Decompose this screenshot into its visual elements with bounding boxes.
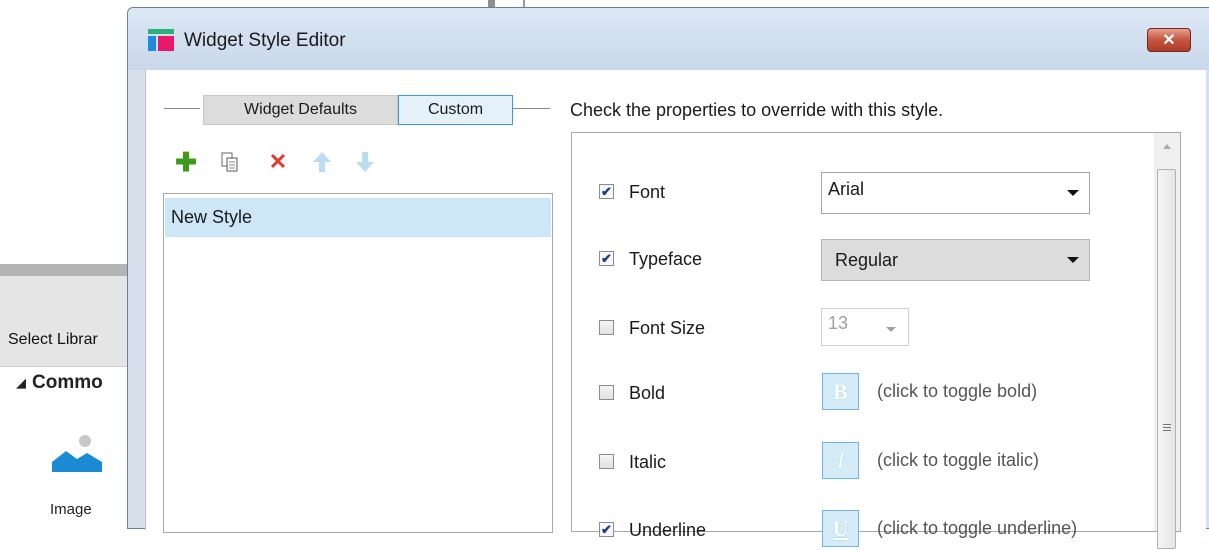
properties-scrollbar[interactable] xyxy=(1154,133,1180,549)
delete-style-button[interactable]: ✕ xyxy=(268,149,288,174)
font-size-value: 13 xyxy=(828,313,849,333)
underline-label: Underline xyxy=(629,520,707,540)
grip-line xyxy=(1163,430,1171,431)
add-icon: ✚ xyxy=(175,146,197,177)
underline-icon: U xyxy=(832,515,849,541)
typeface-value: Regular xyxy=(835,250,899,270)
libraries-toolbar xyxy=(0,276,130,367)
bold-row: Bold B (click to toggle bold) xyxy=(572,373,1157,413)
scroll-up-arrow-icon[interactable] xyxy=(1163,144,1171,149)
image-widget-label: Image xyxy=(50,501,92,518)
tab-separator-right xyxy=(513,108,550,109)
move-up-icon xyxy=(313,152,331,172)
list-item[interactable]: New Style xyxy=(165,198,551,237)
italic-label: Italic xyxy=(629,452,667,472)
font-size-checkbox[interactable] xyxy=(599,320,614,335)
font-size-dropdown[interactable]: 13 xyxy=(821,308,909,346)
chevron-down-icon xyxy=(1067,190,1079,196)
font-size-row: Font Size 13 xyxy=(572,308,1157,348)
underline-row: ✔ Underline U (click to toggle underline… xyxy=(572,510,1157,550)
italic-hint: (click to toggle italic) xyxy=(877,450,1040,470)
font-row: ✔ Font Arial xyxy=(572,172,1157,214)
italic-checkbox[interactable] xyxy=(599,454,614,469)
grip-line xyxy=(1163,424,1171,425)
italic-row: Italic I (click to toggle italic) xyxy=(572,442,1157,482)
bold-label: Bold xyxy=(629,383,666,403)
widget-style-editor-dialog: Widget Style Editor ✕ Widget Defaults Cu… xyxy=(127,7,1209,549)
background-pane-header xyxy=(0,264,130,276)
chevron-down-icon xyxy=(1067,257,1079,263)
app-logo-icon xyxy=(148,29,174,51)
scroll-thumb[interactable] xyxy=(1157,169,1176,549)
common-category-header[interactable]: ◢ Commo xyxy=(16,372,103,394)
duplicate-style-button[interactable] xyxy=(220,152,240,172)
category-label: Commo xyxy=(32,372,103,393)
add-style-button[interactable]: ✚ xyxy=(175,147,197,177)
typeface-label: Typeface xyxy=(629,249,703,269)
typeface-row: ✔ Typeface Regular xyxy=(572,239,1157,281)
font-label: Font xyxy=(629,182,666,202)
chevron-down-icon xyxy=(886,327,896,332)
dialog-client-area: Widget Defaults Custom Check the propert… xyxy=(145,70,1206,549)
instruction-text: Check the properties to override with th… xyxy=(570,100,944,120)
duplicate-icon xyxy=(221,152,238,172)
tab-separator-left xyxy=(164,108,200,109)
move-up-button[interactable] xyxy=(312,152,332,172)
style-list[interactable]: New Style xyxy=(163,193,553,533)
dialog-title: Widget Style Editor xyxy=(184,30,346,51)
select-library-dropdown[interactable]: Select Librar xyxy=(8,331,98,349)
font-dropdown[interactable]: Arial xyxy=(821,172,1090,214)
collapse-triangle-icon[interactable]: ◢ xyxy=(16,375,26,390)
font-value: Arial xyxy=(828,179,865,199)
image-widget-icon[interactable] xyxy=(52,432,102,472)
bold-icon: B xyxy=(833,378,848,404)
grip-line xyxy=(1163,427,1171,428)
title-bar[interactable]: Widget Style Editor ✕ xyxy=(128,8,1209,70)
properties-panel: ✔ Font Arial ✔ Typeface Regular Font Siz… xyxy=(571,132,1181,549)
bold-hint: (click to toggle bold) xyxy=(877,381,1038,401)
close-button[interactable]: ✕ xyxy=(1147,28,1191,52)
italic-toggle-button[interactable]: I xyxy=(822,442,859,479)
tab-custom[interactable]: Custom xyxy=(398,95,513,125)
tab-widget-defaults[interactable]: Widget Defaults xyxy=(203,95,398,125)
underline-checkbox[interactable]: ✔ xyxy=(599,522,614,537)
underline-hint: (click to toggle underline) xyxy=(877,518,1078,538)
delete-icon: ✕ xyxy=(268,149,288,174)
italic-icon: I xyxy=(836,447,845,473)
close-icon: ✕ xyxy=(1162,32,1176,49)
move-down-icon xyxy=(356,152,374,172)
font-checkbox[interactable]: ✔ xyxy=(599,184,614,199)
underline-toggle-button[interactable]: U xyxy=(822,510,859,547)
bold-checkbox[interactable] xyxy=(599,385,614,400)
bold-toggle-button[interactable]: B xyxy=(822,373,859,410)
font-size-label: Font Size xyxy=(629,318,706,338)
typeface-dropdown[interactable]: Regular xyxy=(821,239,1090,281)
move-down-button[interactable] xyxy=(355,152,375,172)
typeface-checkbox[interactable]: ✔ xyxy=(599,251,614,266)
